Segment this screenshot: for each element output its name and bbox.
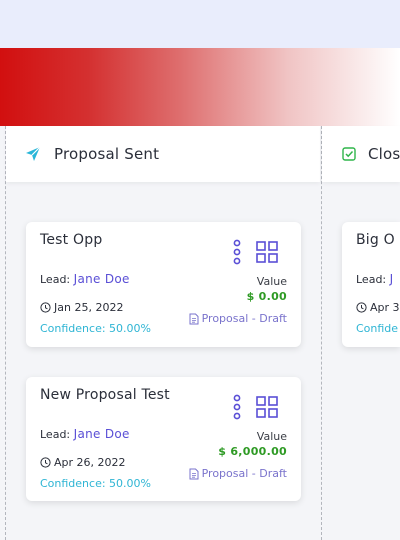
lead-name[interactable]: Jane Doe <box>74 272 130 286</box>
lead-line: Lead: J <box>356 272 393 286</box>
proposal-status-link[interactable]: Proposal - Draft <box>189 467 287 480</box>
column-divider <box>321 126 322 540</box>
vertical-dots-icon[interactable] <box>233 394 241 420</box>
opportunity-card[interactable]: New Proposal Test Lead: Jane Doe Value $… <box>26 377 301 501</box>
lead-name[interactable]: Jane Doe <box>74 427 130 441</box>
date-text: Jan 25, 2022 <box>54 301 124 314</box>
grid-icon[interactable] <box>256 241 278 263</box>
lead-label: Lead: <box>40 273 71 286</box>
opportunity-card[interactable]: Big O Lead: J Apr 3 Confide <box>342 222 400 347</box>
value-label: Value <box>256 430 287 443</box>
card-title: Big O <box>356 232 395 248</box>
proposal-status-text: Proposal - Draft <box>201 467 287 480</box>
date-text: Apr 3 <box>370 301 400 314</box>
clock-icon <box>40 457 51 468</box>
top-bar <box>0 0 400 48</box>
opportunity-card[interactable]: Test Opp Lead: Jane Doe Value $ 0.00 Jan… <box>26 222 301 347</box>
paper-plane-icon <box>24 145 42 163</box>
column-header-closed: Clos <box>322 126 400 182</box>
value-label: Value <box>256 275 287 288</box>
page-banner <box>0 48 400 126</box>
checkbox-icon <box>342 146 356 162</box>
proposal-status-text: Proposal - Draft <box>201 312 287 325</box>
proposal-status-link[interactable]: Proposal - Draft <box>189 312 287 325</box>
close-date: Apr 26, 2022 <box>40 456 126 469</box>
column-divider <box>5 126 6 540</box>
document-icon <box>189 313 199 324</box>
column-title: Proposal Sent <box>54 145 160 163</box>
lead-name[interactable]: J <box>390 272 394 286</box>
clock-icon <box>356 302 367 313</box>
column-header-proposal-sent: Proposal Sent <box>6 126 320 182</box>
lead-line: Lead: Jane Doe <box>40 272 130 286</box>
confidence-text: Confide <box>356 322 399 335</box>
confidence-text: Confidence: 50.00% <box>40 322 151 335</box>
value-amount: $ 6,000.00 <box>218 445 287 458</box>
clock-icon <box>40 302 51 313</box>
value-amount: $ 0.00 <box>246 290 287 303</box>
document-icon <box>189 468 199 479</box>
card-title: New Proposal Test <box>40 387 170 403</box>
vertical-dots-icon[interactable] <box>233 239 241 265</box>
close-date: Apr 3 <box>356 301 400 314</box>
lead-label: Lead: <box>40 428 71 441</box>
close-date: Jan 25, 2022 <box>40 301 123 314</box>
lead-line: Lead: Jane Doe <box>40 427 130 441</box>
date-text: Apr 26, 2022 <box>54 456 126 469</box>
grid-icon[interactable] <box>256 396 278 418</box>
lead-label: Lead: <box>356 273 387 286</box>
card-title: Test Opp <box>40 232 103 248</box>
column-title: Clos <box>368 145 400 163</box>
confidence-text: Confidence: 50.00% <box>40 477 151 490</box>
